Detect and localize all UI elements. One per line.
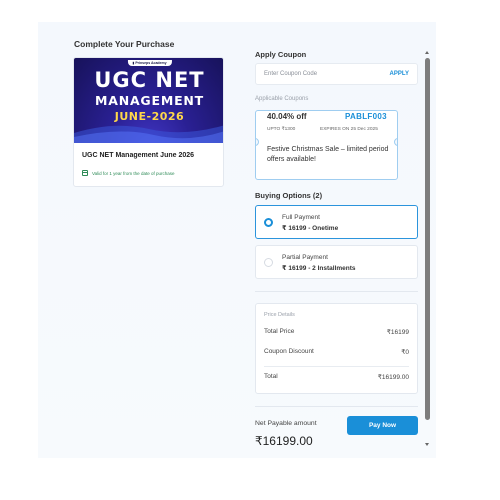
- validity-text: Valid for 1 year from the date of purcha…: [92, 170, 175, 176]
- coupon-code: PABLF003: [345, 112, 387, 121]
- radio-full-payment[interactable]: [264, 218, 273, 227]
- pay-now-button[interactable]: Pay Now: [347, 416, 418, 435]
- option-name: Full Payment: [282, 214, 320, 221]
- buying-options-heading: Buying Options (2): [255, 191, 323, 200]
- banner-brand-badge: ▮ Prinseps Academy: [127, 60, 172, 66]
- price-details-box: Price Details Total Price ₹16199 Coupon …: [255, 303, 418, 394]
- validity-info: Valid for 1 year from the date of purcha…: [82, 170, 174, 176]
- section-divider: [255, 291, 418, 292]
- banner-title-line1: UGC NET: [94, 68, 205, 92]
- option-partial-payment[interactable]: Partial Payment ₹ 16199 - 2 Installments: [255, 245, 418, 279]
- price-details-label: Price Details: [264, 312, 295, 318]
- coupon-input-placeholder[interactable]: Enter Coupon Code: [264, 71, 317, 77]
- price-row-value: ₹0: [401, 349, 409, 356]
- page-title: Complete Your Purchase: [74, 39, 175, 49]
- order-summary-column: Apply Coupon Enter Coupon Code APPLY App…: [255, 0, 419, 500]
- coupon-expiry: EXPIRES ON 25 Dec 2025: [320, 127, 378, 132]
- banner-title-line2: MANAGEMENT: [94, 93, 204, 108]
- coupon-notch-left: [256, 138, 259, 146]
- coupon-discount: 40.04% off: [267, 112, 307, 121]
- net-payable-amount: ₹16199.00: [255, 434, 313, 448]
- apply-coupon-heading: Apply Coupon: [255, 50, 307, 59]
- option-name: Partial Payment: [282, 254, 328, 261]
- coupon-description: Festive Christmas Sale – limited period …: [267, 146, 389, 163]
- option-full-payment[interactable]: Full Payment ₹ 16199 - Onetime: [255, 205, 418, 239]
- price-row-coupon-discount: Coupon Discount ₹0: [264, 348, 409, 356]
- price-row-value: ₹16199.00: [377, 374, 409, 381]
- course-card[interactable]: ▮ Prinseps Academy UGC NET MANAGEMENT JU…: [73, 57, 224, 187]
- apply-coupon-button[interactable]: APPLY: [390, 71, 409, 77]
- net-payable-label: Net Payable amount: [255, 420, 317, 427]
- option-price: ₹ 16199 - Onetime: [282, 225, 339, 232]
- radio-partial-payment[interactable]: [264, 258, 273, 267]
- scroll-up-arrow-icon[interactable]: [425, 51, 429, 54]
- price-row-label: Total Price: [264, 328, 295, 335]
- scroll-down-arrow-icon[interactable]: [425, 443, 429, 446]
- price-row-total: Total ₹16199.00: [264, 373, 409, 381]
- price-separator: [264, 366, 409, 367]
- option-price: ₹ 16199 - 2 Installments: [282, 265, 356, 272]
- course-banner-image: ▮ Prinseps Academy UGC NET MANAGEMENT JU…: [74, 58, 223, 143]
- coupon-card[interactable]: 40.04% off PABLF003 UPTO ₹1300 EXPIRES O…: [255, 110, 398, 180]
- section-divider: [255, 406, 418, 407]
- price-row-label: Total: [264, 373, 278, 380]
- coupon-input[interactable]: Enter Coupon Code APPLY: [255, 63, 418, 85]
- price-row-label: Coupon Discount: [264, 348, 314, 355]
- coupon-notch-right: [394, 138, 397, 146]
- calendar-icon: [82, 170, 88, 176]
- course-title: UGC NET Management June 2026: [82, 152, 195, 159]
- coupon-upto: UPTO ₹1300: [267, 127, 296, 132]
- price-row-total-price: Total Price ₹16199: [264, 328, 409, 336]
- scrollbar-thumb[interactable]: [425, 58, 430, 420]
- price-row-value: ₹16199: [386, 329, 409, 336]
- banner-wave-decoration: [74, 125, 223, 143]
- applicable-coupons-label: Applicable Coupons: [255, 96, 309, 102]
